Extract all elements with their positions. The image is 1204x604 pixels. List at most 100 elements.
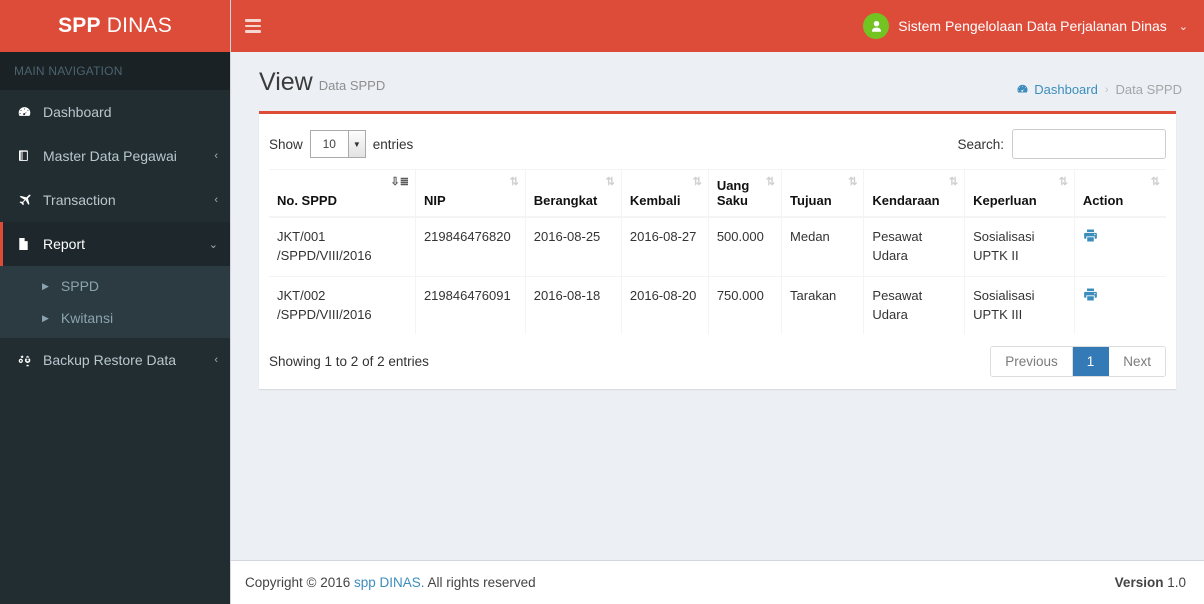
cell-kendaraan: Pesawat Udara	[863, 216, 966, 277]
cell-action	[1074, 216, 1166, 277]
sidebar-item-master-data-pegawai[interactable]: Master Data Pegawai ‹	[0, 134, 230, 178]
table-row: JKT/002 /SPPD/VIII/2016 219846476091 201…	[269, 275, 1166, 335]
copyright-pre: Copyright © 2016	[245, 575, 355, 590]
cell-no-sppd: JKT/001 /SPPD/VIII/2016	[269, 216, 416, 277]
cell-nip: 219846476820	[415, 216, 526, 277]
cell-uang-saku: 750.000	[708, 275, 783, 335]
page-title-subtitle: Data SPPD	[318, 78, 386, 93]
sidebar-item-arrow: ‹	[214, 354, 218, 366]
cell-tujuan: Medan	[781, 216, 865, 277]
dashboard-icon	[17, 105, 41, 120]
entries-select[interactable]: 10 ▼	[309, 130, 366, 158]
column-label: Tujuan	[790, 193, 832, 208]
column-header-tujuan[interactable]: ⇅ Tujuan	[781, 169, 865, 218]
cell-nip: 219846476091	[415, 275, 526, 335]
cell-kendaraan: Pesawat Udara	[863, 275, 966, 335]
cell-uang-saku: 500.000	[708, 216, 783, 277]
datatable-footer: Showing 1 to 2 of 2 entries Previous 1 N…	[269, 334, 1166, 381]
pagination-next[interactable]: Next	[1109, 347, 1165, 377]
sidebar-item-report[interactable]: Report ⌄	[0, 222, 230, 266]
cell-berangkat: 2016-08-18	[525, 275, 622, 335]
pagination-previous[interactable]: Previous	[991, 347, 1073, 377]
search-label: Search:	[957, 136, 1004, 152]
column-label: Uang Saku	[716, 178, 750, 208]
column-label: Action	[1082, 193, 1124, 208]
plane-icon	[17, 193, 41, 208]
cell-no-sppd: JKT/002 /SPPD/VIII/2016	[269, 275, 416, 335]
version-value: 1.0	[1167, 575, 1186, 590]
entries-select-value: 10	[322, 137, 336, 151]
sidebar-subitem-sppd[interactable]: ▶ SPPD	[0, 270, 230, 302]
cell-kembali: 2016-08-27	[621, 216, 709, 277]
brand-logo[interactable]: SPP DINAS	[0, 0, 230, 52]
cell-tujuan: Tarakan	[781, 275, 865, 335]
column-header-no-sppd[interactable]: ⇩≣ No. SPPD	[269, 169, 416, 218]
version-info: Version 1.0	[1115, 575, 1186, 590]
content-wrapper: View Data SPPD Dashboard › Data SPPD Sho…	[231, 52, 1204, 560]
brand-bold: SPP	[58, 14, 101, 37]
bars-icon[interactable]	[231, 0, 275, 52]
sort-icon: ⇅	[765, 176, 776, 188]
column-header-kembali[interactable]: ⇅ Kembali	[621, 169, 709, 218]
column-label: Keperluan	[973, 193, 1037, 208]
column-label: Berangkat	[533, 193, 598, 208]
user-menu[interactable]: Sistem Pengelolaan Data Perjalanan Dinas…	[853, 0, 1204, 52]
sidebar-section-header: MAIN NAVIGATION	[0, 52, 230, 90]
chevron-down-icon: ⌄	[1178, 20, 1188, 33]
cell-keperluan: Sosialisasi UPTK II	[964, 216, 1075, 277]
sidebar-subitem-label: Kwitansi	[60, 310, 114, 326]
sort-icon: ⇅	[1058, 176, 1068, 188]
sidebar-item-backup-restore-data[interactable]: Backup Restore Data ‹	[0, 338, 230, 382]
cell-berangkat: 2016-08-25	[525, 216, 622, 277]
sidebar-item-transaction[interactable]: Transaction ‹	[0, 178, 230, 222]
datatable-info: Showing 1 to 2 of 2 entries	[269, 354, 429, 370]
version-label: Version	[1114, 575, 1164, 590]
sidebar-subitem-kwitansi[interactable]: ▶ Kwitansi	[0, 302, 230, 334]
footer-brand-link[interactable]: spp DINAS.	[354, 575, 425, 590]
search-input[interactable]	[1012, 129, 1166, 159]
main-area: Sistem Pengelolaan Data Perjalanan Dinas…	[230, 0, 1204, 604]
column-header-uang-saku[interactable]: ⇅ Uang Saku	[708, 169, 783, 218]
sidebar-body: MAIN NAVIGATION Dashboard Master Data Pe…	[0, 52, 230, 604]
column-label: Kembali	[629, 193, 681, 208]
sort-icon: ⇅	[692, 176, 702, 188]
topbar: Sistem Pengelolaan Data Perjalanan Dinas…	[231, 0, 1204, 52]
sidebar: SPP DINAS MAIN NAVIGATION Dashboard Mast…	[0, 0, 230, 604]
sort-icon: ⇅	[848, 176, 858, 188]
table-row: JKT/001 /SPPD/VIII/2016 219846476820 201…	[269, 216, 1166, 277]
print-icon[interactable]	[1083, 228, 1098, 243]
copyright-post: All rights reserved	[424, 575, 536, 590]
page-header: View Data SPPD Dashboard › Data SPPD	[231, 52, 1204, 111]
show-label: Show	[269, 136, 303, 152]
breadcrumb-separator: ›	[1104, 83, 1109, 96]
sidebar-item-label: Transaction	[43, 192, 116, 208]
page-title: View Data SPPD	[259, 68, 385, 97]
column-header-nip[interactable]: ⇅ NIP	[415, 169, 526, 218]
book-icon	[17, 149, 41, 163]
app-root: SPP DINAS MAIN NAVIGATION Dashboard Mast…	[0, 0, 1204, 604]
datatable-controls: Show 10 ▼ entries Search:	[269, 124, 1166, 169]
data-box-body: Show 10 ▼ entries Search: ⇩≣ No. SPPD ⇅ …	[259, 114, 1176, 389]
sidebar-item-dashboard[interactable]: Dashboard	[0, 90, 230, 134]
sort-icon: ⇅	[948, 176, 959, 188]
breadcrumb-current: Data SPPD	[1115, 82, 1182, 97]
column-label: Kendaraan	[872, 193, 940, 208]
print-icon[interactable]	[1083, 287, 1098, 302]
column-header-action[interactable]: ⇅ Action	[1074, 169, 1166, 218]
caret-right-icon: ▶	[42, 280, 49, 291]
breadcrumb-dashboard-link[interactable]: Dashboard	[1016, 82, 1098, 97]
table-body: JKT/001 /SPPD/VIII/2016 219846476820 201…	[269, 216, 1166, 335]
column-header-keperluan[interactable]: ⇅ Keperluan	[964, 169, 1075, 218]
table-header-row: ⇩≣ No. SPPD ⇅ NIP ⇅ Berangkat ⇅ Kembali …	[269, 169, 1166, 218]
column-label: No. SPPD	[277, 193, 337, 208]
breadcrumb-home-label: Dashboard	[1034, 82, 1098, 97]
column-header-kendaraan[interactable]: ⇅ Kendaraan	[863, 169, 966, 218]
sort-icon: ⇅	[1150, 176, 1160, 188]
table-head: ⇩≣ No. SPPD ⇅ NIP ⇅ Berangkat ⇅ Kembali …	[269, 169, 1166, 218]
pagination-page-1[interactable]: 1	[1072, 347, 1110, 377]
column-header-berangkat[interactable]: ⇅ Berangkat	[525, 169, 622, 218]
sidebar-submenu-report: ▶ SPPD ▶ Kwitansi	[0, 266, 230, 338]
caret-right-icon: ▶	[42, 312, 49, 323]
copyright: Copyright © 2016 spp DINAS. All rights r…	[245, 575, 536, 590]
data-box: Show 10 ▼ entries Search: ⇩≣ No. SPPD ⇅ …	[259, 111, 1176, 390]
